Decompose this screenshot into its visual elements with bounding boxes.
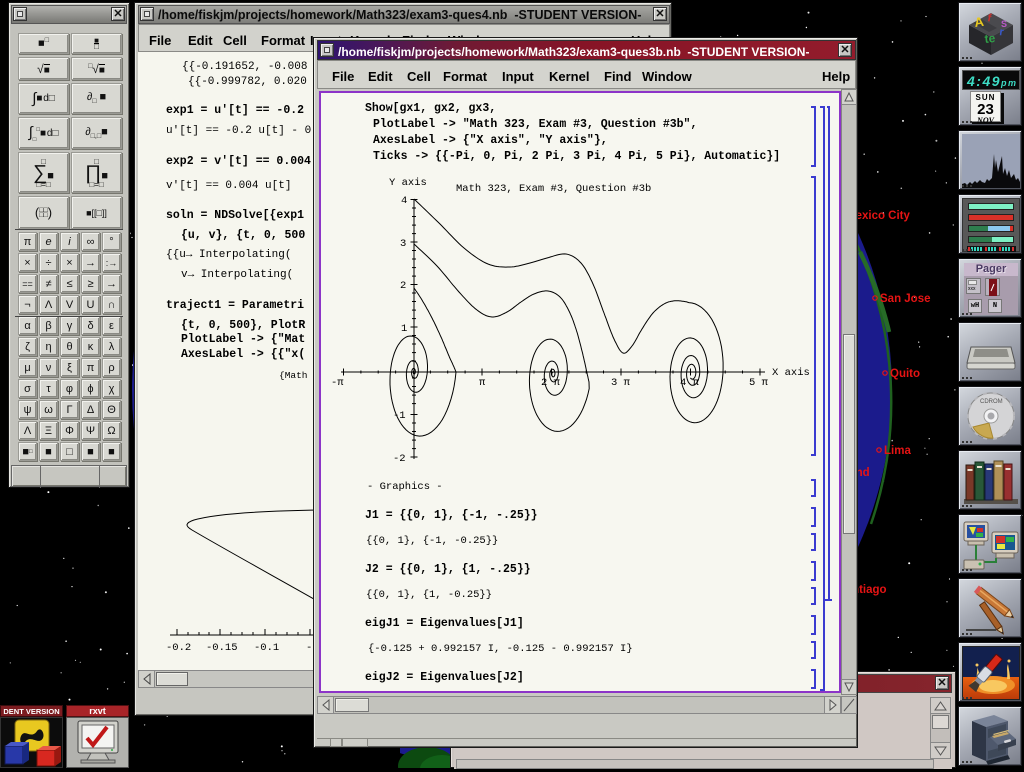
- svg-text:-π: -π: [331, 377, 344, 389]
- svg-text:3: 3: [400, 238, 406, 250]
- svg-text:Y axis: Y axis: [389, 177, 427, 189]
- svg-text:Quito: Quito: [890, 368, 920, 380]
- svg-text:5 π: 5 π: [749, 377, 769, 389]
- svg-text:Lima: Lima: [884, 445, 911, 457]
- svg-text:-2: -2: [393, 453, 406, 465]
- svg-text:San Jose: San Jose: [880, 293, 931, 305]
- svg-text:-1: -1: [393, 410, 406, 422]
- svg-text:-0.2: -0.2: [166, 642, 191, 654]
- svg-text:Math 323, Exam #3, Question #3: Math 323, Exam #3, Question #3b: [456, 183, 651, 195]
- svg-text:4: 4: [401, 195, 407, 207]
- svg-text:2: 2: [400, 280, 406, 292]
- svg-text:-0.15: -0.15: [206, 642, 238, 654]
- svg-text:te: te: [984, 31, 996, 46]
- svg-text:4 π: 4 π: [680, 377, 700, 389]
- svg-text:-0.1: -0.1: [254, 642, 279, 654]
- svg-text:A: A: [973, 14, 985, 30]
- svg-text:2 π: 2 π: [541, 377, 561, 389]
- svg-text:S: S: [1001, 19, 1007, 29]
- svg-text:CDROM: CDROM: [980, 399, 1003, 405]
- svg-text:π: π: [479, 377, 486, 389]
- svg-text:1: 1: [401, 323, 407, 335]
- svg-text:-: -: [306, 642, 312, 654]
- svg-text:X axis: X axis: [772, 367, 810, 379]
- svg-text:3 π: 3 π: [611, 377, 631, 389]
